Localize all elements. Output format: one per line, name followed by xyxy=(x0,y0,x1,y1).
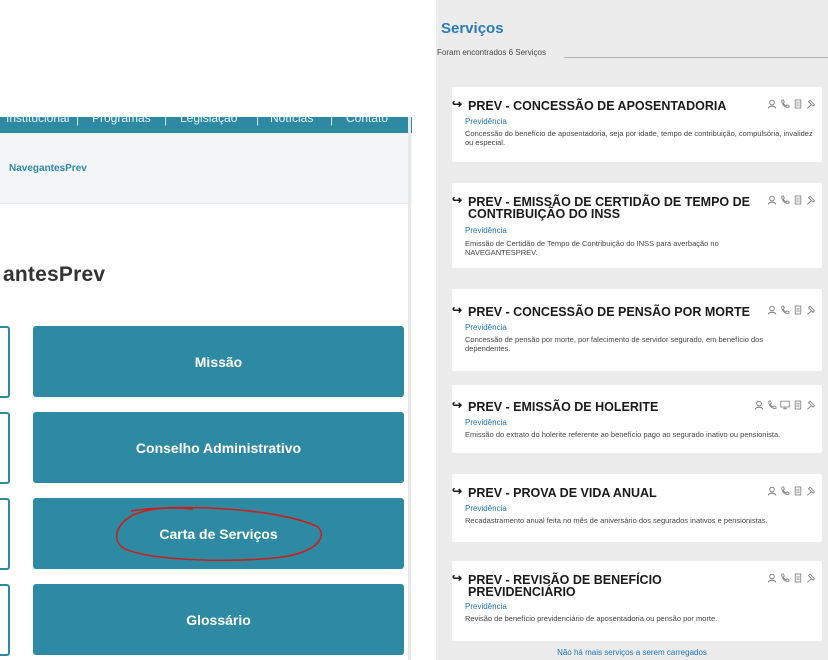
service-description: Recadastramento anual feita no mês de an… xyxy=(465,516,768,525)
left-menu-stub[interactable] xyxy=(0,326,10,398)
left-menu-stub[interactable] xyxy=(0,412,10,484)
phone-icon xyxy=(768,400,777,409)
carta-de-servicos-button[interactable]: Carta de Serviços xyxy=(33,498,404,569)
document-icon xyxy=(794,99,802,109)
hammer-icon xyxy=(807,99,816,109)
nav-separator: | xyxy=(164,117,168,126)
nav-separator: | xyxy=(330,117,334,126)
person-icon xyxy=(754,400,764,410)
missao-button[interactable]: Missão xyxy=(33,326,404,397)
nav-separator: | xyxy=(76,117,80,126)
person-icon xyxy=(767,486,777,496)
redirect-arrow-icon: ↪ xyxy=(452,193,463,207)
person-icon xyxy=(767,573,777,583)
hammer-icon xyxy=(807,400,816,410)
left-menu-stub[interactable] xyxy=(0,584,10,656)
service-category[interactable]: Previdência xyxy=(465,226,507,235)
conselho-administrativo-button[interactable]: Conselho Administrativo xyxy=(33,412,404,483)
service-category[interactable]: Previdência xyxy=(465,504,507,513)
service-card[interactable]: ↪ PREV - EMISSÃO DE HOLERITE Previdência… xyxy=(452,385,822,453)
breadcrumb-bar: NavegantesPrev xyxy=(0,133,412,204)
service-card[interactable]: ↪ PREV - PROVA DE VIDA ANUAL Previdência… xyxy=(452,474,822,542)
service-card[interactable]: ↪ PREV - REVISÃO DE BENEFÍCIO PREVIDENCI… xyxy=(452,561,822,641)
redirect-arrow-icon: ↪ xyxy=(452,571,463,585)
service-title[interactable]: PREV - EMISSÃO DE HOLERITE xyxy=(468,401,658,414)
top-nav-bar: Institucional | Programas | Legislação |… xyxy=(0,117,412,133)
redirect-arrow-icon: ↪ xyxy=(452,484,463,498)
service-category[interactable]: Previdência xyxy=(465,602,507,611)
nav-separator: | xyxy=(256,117,260,126)
service-title[interactable]: PREV - PROVA DE VIDA ANUAL xyxy=(468,487,657,500)
service-icons xyxy=(767,305,816,315)
hammer-icon xyxy=(807,195,816,205)
service-title[interactable]: PREV - CONCESSÃO DE PENSÃO POR MORTE xyxy=(468,306,750,319)
service-description: Concessão de pensão por morte, por falec… xyxy=(465,335,764,353)
service-title-line2[interactable]: PREVIDENCIÁRIO xyxy=(468,586,576,599)
nav-item-institucional[interactable]: Institucional xyxy=(6,117,69,125)
page-title: antesPrev xyxy=(3,263,106,286)
service-title[interactable]: PREV - CONCESSÃO DE APOSENTADORIA xyxy=(468,100,726,113)
document-icon xyxy=(794,195,802,205)
service-icons xyxy=(767,573,816,583)
document-icon xyxy=(794,400,802,410)
document-icon xyxy=(794,305,802,315)
person-icon xyxy=(767,305,777,315)
nav-item-legislacao[interactable]: Legislação xyxy=(180,117,237,125)
hammer-icon xyxy=(807,486,816,496)
redirect-arrow-icon: ↪ xyxy=(452,398,463,412)
service-description: Emissão do extrato do holerite referente… xyxy=(465,430,781,439)
service-category[interactable]: Previdência xyxy=(465,117,507,126)
service-description: Emissão de Certidão de Tempo de Contribu… xyxy=(465,239,719,257)
services-panel: Serviços Foram encontrados 6 Serviços ↪ … xyxy=(436,0,828,660)
service-title-line2[interactable]: CONTRIBUIÇÃO DO INSS xyxy=(468,208,620,221)
divider-line xyxy=(564,57,828,58)
monitor-icon xyxy=(780,400,790,410)
person-icon xyxy=(767,195,777,205)
phone-icon xyxy=(781,99,790,108)
phone-icon xyxy=(781,486,790,495)
service-icons xyxy=(754,400,816,410)
hammer-icon xyxy=(807,573,816,583)
phone-icon xyxy=(781,195,790,204)
service-icons xyxy=(767,99,816,109)
nav-item-programas[interactable]: Programas xyxy=(92,117,151,125)
phone-icon xyxy=(781,573,790,582)
services-count: Foram encontrados 6 Serviços xyxy=(437,48,549,57)
nav-item-contato[interactable]: Contato xyxy=(346,117,388,125)
service-description: Revisão de benefício previdenciário de a… xyxy=(465,614,718,623)
glossario-button[interactable]: Glossário xyxy=(33,584,404,655)
service-category[interactable]: Previdência xyxy=(465,418,507,427)
phone-icon xyxy=(781,305,790,314)
nav-item-noticias[interactable]: Notícias xyxy=(270,117,313,125)
redirect-arrow-icon: ↪ xyxy=(452,303,463,317)
service-card[interactable]: ↪ PREV - EMISSÃO DE CERTIDÃO DE TEMPO DE… xyxy=(452,183,822,268)
left-panel: Institucional | Programas | Legislação |… xyxy=(0,117,412,660)
service-category[interactable]: Previdência xyxy=(465,323,507,332)
services-title: Serviços xyxy=(441,20,504,37)
breadcrumb-link[interactable]: NavegantesPrev xyxy=(9,163,87,174)
hammer-icon xyxy=(807,305,816,315)
person-icon xyxy=(767,99,777,109)
document-icon xyxy=(794,486,802,496)
redirect-arrow-icon: ↪ xyxy=(452,97,463,111)
left-menu-stub[interactable] xyxy=(0,498,10,570)
service-description: Concessão do benefício de aposentadoria,… xyxy=(465,129,813,147)
service-icons xyxy=(767,195,816,205)
no-more-services-link[interactable]: Não há mais serviços a serem carregados xyxy=(436,648,828,657)
panel-border xyxy=(408,117,411,660)
service-card[interactable]: ↪ PREV - CONCESSÃO DE PENSÃO POR MORTE P… xyxy=(452,289,822,371)
document-icon xyxy=(794,573,802,583)
service-icons xyxy=(767,486,816,496)
service-card[interactable]: ↪ PREV - CONCESSÃO DE APOSENTADORIA Prev… xyxy=(452,87,822,162)
